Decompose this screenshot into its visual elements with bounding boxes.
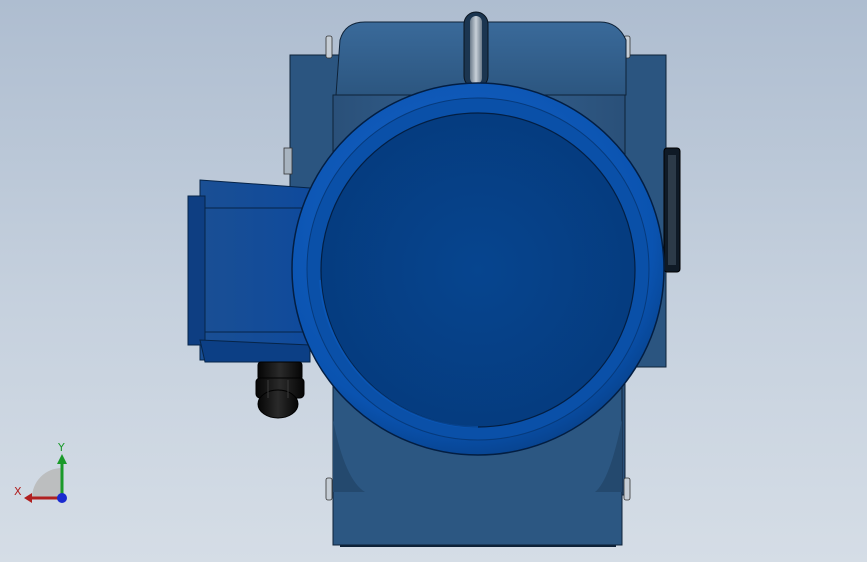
triad-z-axis [57,493,67,503]
triad-y-label: Y [57,441,65,454]
triad-x-label: X [14,485,22,498]
cable-gland[interactable] [255,361,305,419]
graphics-viewport[interactable]: Y X [0,0,867,562]
triad-x-arrow [24,493,32,503]
lifting-lug[interactable] [463,11,489,89]
motor-model-view[interactable] [0,0,867,562]
reference-triad: Y X [14,441,67,503]
triad-plane-shading [32,468,62,498]
end-cover[interactable] [291,82,665,456]
triad-y-arrow [57,454,67,464]
